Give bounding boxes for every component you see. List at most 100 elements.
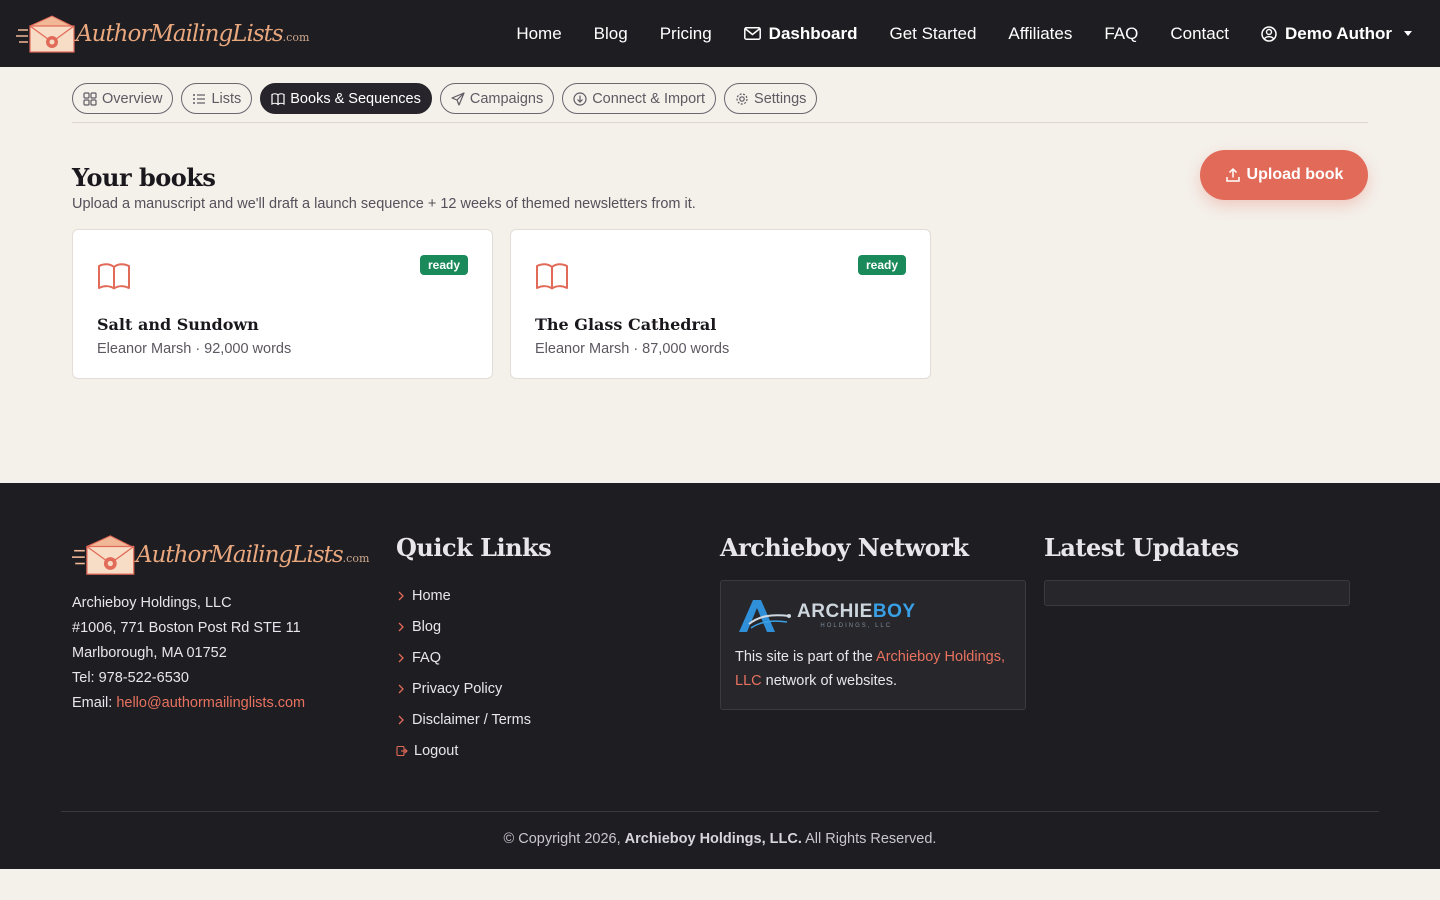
footer-link-label: Home (412, 587, 451, 604)
footer-updates-column: Latest Updates (1044, 533, 1368, 766)
tab-connect-import-label: Connect & Import (592, 90, 706, 107)
footer-link-logout[interactable]: Logout (396, 735, 720, 766)
upload-book-label: Upload book (1246, 166, 1344, 183)
address-line-1: #1006, 771 Boston Post Rd STE 11 (72, 620, 301, 636)
dashboard-tabs: Overview Lists Books & Sequences Campaig… (72, 83, 1368, 123)
footer-link-label: Blog (412, 618, 442, 635)
footer-link-label: Privacy Policy (412, 680, 503, 697)
updates-title: Latest Updates (1044, 533, 1239, 562)
phone: Tel: 978-522-6530 (72, 670, 189, 686)
logout-icon (396, 745, 408, 756)
footer-brand-logo[interactable]: AuthorMailingLists.com (72, 533, 396, 577)
tab-books-sequences-label: Books & Sequences (290, 90, 421, 107)
nav-dashboard-label: Dashboard (768, 23, 858, 43)
user-name: Demo Author (1284, 23, 1392, 43)
tab-settings[interactable]: Settings (724, 83, 818, 114)
status-badge: ready (857, 255, 906, 275)
nav-faq[interactable]: FAQ (1088, 24, 1154, 44)
nav-affiliates[interactable]: Affiliates (992, 24, 1088, 44)
archieboy-wordmark: ARCHIEBOY (797, 601, 916, 622)
nav-contact[interactable]: Contact (1154, 24, 1245, 44)
footer-network-column: Archieboy Network ARCHIEBOY HOLDINGS, LL… (720, 533, 1044, 766)
upload-icon (1225, 167, 1240, 182)
archieboy-logo[interactable]: ARCHIEBOY HOLDINGS, LLC (735, 595, 1011, 635)
email-link[interactable]: hello@authormailinglists.com (116, 695, 305, 711)
list-icon (193, 93, 206, 104)
envelope-logo-icon (16, 14, 75, 53)
footer-link-home[interactable]: Home (396, 580, 720, 611)
brand-logo[interactable]: AuthorMailingLists.com (16, 0, 309, 67)
chevron-right-icon (398, 622, 404, 631)
book-title: Salt and Sundown (97, 315, 259, 334)
tab-settings-label: Settings (754, 90, 807, 107)
book-icon (98, 263, 130, 290)
company-name: Archieboy Holdings, LLC (72, 595, 232, 611)
user-circle-icon (1261, 25, 1277, 42)
chevron-right-icon (398, 653, 404, 662)
book-card[interactable]: ready Salt and Sundown Eleanor Marsh · 9… (72, 229, 493, 379)
page-bottom-area (0, 869, 1440, 900)
copyright: © Copyright 2026, Archieboy Holdings, LL… (61, 811, 1379, 847)
tab-overview-label: Overview (102, 90, 163, 107)
footer-link-privacy[interactable]: Privacy Policy (396, 673, 720, 704)
footer-address: Archieboy Holdings, LLC #1006, 771 Bosto… (72, 591, 396, 716)
book-meta: Eleanor Marsh · 92,000 words (97, 341, 292, 357)
nav-get-started[interactable]: Get Started (873, 24, 992, 44)
quick-links-title: Quick Links (396, 533, 552, 562)
book-meta: Eleanor Marsh · 87,000 words (535, 341, 730, 357)
send-icon (451, 91, 465, 106)
site-footer: AuthorMailingLists.com Archieboy Holding… (0, 483, 1440, 869)
footer-link-faq[interactable]: FAQ (396, 642, 720, 673)
user-menu-toggle[interactable]: Demo Author (1245, 24, 1424, 44)
envelope-logo-icon (72, 535, 135, 575)
footer-link-blog[interactable]: Blog (396, 611, 720, 642)
upload-book-button[interactable]: Upload book (1200, 150, 1368, 200)
updates-box (1044, 580, 1350, 606)
email-row: Email: hello@authormailinglists.com (72, 691, 396, 716)
chevron-down-icon (1404, 31, 1412, 36)
tab-campaigns-label: Campaigns (469, 90, 544, 107)
book-card[interactable]: ready The Glass Cathedral Eleanor Marsh … (510, 229, 931, 379)
download-icon (573, 91, 587, 106)
footer-link-label: Disclaimer / Terms (412, 711, 531, 728)
status-badge: ready (419, 255, 468, 275)
chevron-right-icon (398, 715, 404, 724)
gear-icon (736, 92, 748, 105)
book-title: The Glass Cathedral (535, 315, 717, 334)
main-nav: Home Blog Pricing Dashboard Get Started … (500, 0, 1424, 67)
footer-link-label: Logout (414, 742, 459, 759)
book-icon (536, 263, 568, 290)
archieboy-sub: HOLDINGS, LLC (820, 623, 893, 629)
archieboy-logo-icon (739, 600, 791, 632)
address-line-2: Marlborough, MA 01752 (72, 645, 227, 661)
tab-overview[interactable]: Overview (72, 83, 174, 114)
book-icon (271, 92, 285, 105)
nav-blog[interactable]: Blog (578, 24, 644, 44)
footer-link-label: FAQ (412, 649, 442, 666)
footer-brand-name: AuthorMailingLists.com (136, 542, 370, 568)
email-label: Email: (72, 695, 117, 711)
footer-quick-links-column: Quick Links Home Blog FAQ Privacy Policy… (396, 533, 720, 766)
nav-dashboard[interactable]: Dashboard (728, 24, 874, 44)
brand-name: AuthorMailingLists.com (76, 20, 310, 47)
footer-address-column: AuthorMailingLists.com Archieboy Holding… (72, 533, 396, 766)
tab-books-sequences[interactable]: Books & Sequences (260, 83, 432, 114)
footer-link-terms[interactable]: Disclaimer / Terms (396, 704, 720, 735)
page-subtitle: Upload a manuscript and we'll draft a la… (72, 196, 696, 212)
book-cards: ready Salt and Sundown Eleanor Marsh · 9… (72, 229, 1368, 379)
page-title: Your books (72, 163, 216, 192)
network-text: This site is part of the Archieboy Holdi… (735, 649, 1006, 689)
tab-lists[interactable]: Lists (181, 83, 253, 114)
network-title: Archieboy Network (720, 533, 969, 562)
books-header: Your books Upload a manuscript and we'll… (72, 150, 1368, 212)
chevron-right-icon (398, 684, 404, 693)
tab-campaigns[interactable]: Campaigns (439, 83, 555, 114)
nav-home[interactable]: Home (500, 24, 577, 44)
envelope-icon (743, 27, 761, 40)
grid-icon (83, 91, 97, 106)
network-box: ARCHIEBOY HOLDINGS, LLC This site is par… (720, 580, 1026, 710)
tab-connect-import[interactable]: Connect & Import (562, 83, 717, 114)
tab-lists-label: Lists (211, 90, 242, 107)
chevron-right-icon (398, 591, 404, 600)
nav-pricing[interactable]: Pricing (644, 24, 728, 44)
